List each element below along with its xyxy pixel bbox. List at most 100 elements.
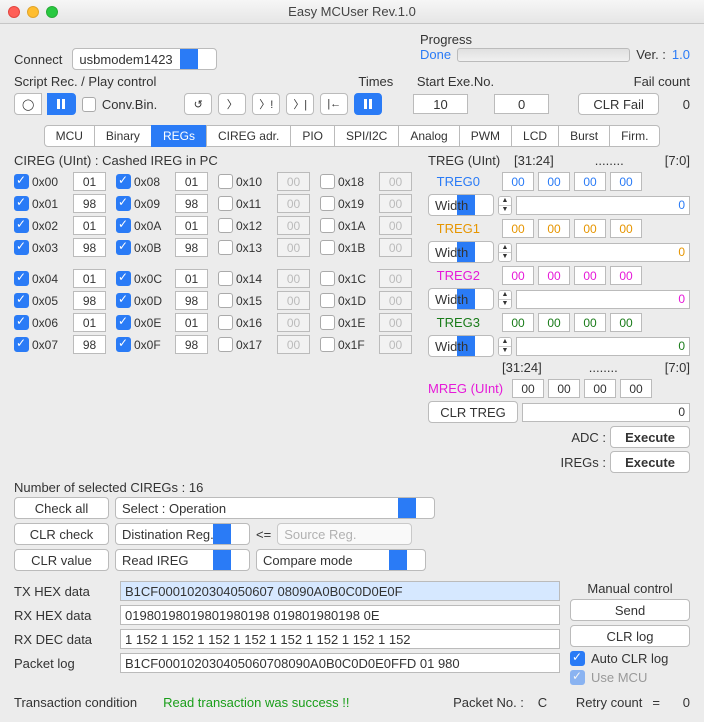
cireg-check-0x1C[interactable] <box>320 271 335 286</box>
cireg-val-0x04[interactable] <box>73 269 106 288</box>
cireg-check-0x06[interactable] <box>14 315 29 330</box>
step-button[interactable]: 〉! <box>252 93 280 115</box>
autoclr-check[interactable] <box>570 651 585 666</box>
treg0-width-select[interactable]: Width <box>428 194 494 216</box>
treg0-b0[interactable] <box>502 172 534 191</box>
mreg-wide[interactable] <box>522 403 690 422</box>
cireg-val-0x02[interactable] <box>73 216 106 235</box>
cireg-val-0x05[interactable] <box>73 291 106 310</box>
tab-binary[interactable]: Binary <box>94 125 152 147</box>
cireg-val-0x08[interactable] <box>175 172 208 191</box>
compare-select[interactable]: Compare mode <box>256 549 426 571</box>
clrcheck-button[interactable]: CLR check <box>14 523 109 545</box>
treg1-b0[interactable] <box>502 219 534 238</box>
treg3-wide[interactable] <box>516 337 690 356</box>
cireg-check-0x11[interactable] <box>218 196 233 211</box>
cireg-check-0x13[interactable] <box>218 240 233 255</box>
port-select[interactable]: usbmodem1423 <box>72 48 217 70</box>
cireg-check-0x0C[interactable] <box>116 271 131 286</box>
txhex-input[interactable] <box>120 581 560 601</box>
startexe-input[interactable] <box>494 94 549 114</box>
treg0-wide[interactable] <box>516 196 690 215</box>
fwd-button[interactable]: 〉| <box>286 93 314 115</box>
cireg-check-0x18[interactable] <box>320 174 335 189</box>
send-button[interactable]: Send <box>570 599 690 621</box>
treg1-b2[interactable] <box>574 219 606 238</box>
treg2-stepper[interactable]: ▲▼ <box>498 290 512 309</box>
treg3-stepper[interactable]: ▲▼ <box>498 337 512 356</box>
cireg-check-0x1F[interactable] <box>320 337 335 352</box>
selop-select[interactable]: Select : Operation <box>115 497 435 519</box>
pktlog-input[interactable] <box>120 653 560 673</box>
cireg-val-0x0B[interactable] <box>175 238 208 257</box>
cireg-val-0x0A[interactable] <box>175 216 208 235</box>
cireg-val-0x07[interactable] <box>73 335 106 354</box>
treg3-b0[interactable] <box>502 313 534 332</box>
checkall-button[interactable]: Check all <box>14 497 109 519</box>
cireg-check-0x04[interactable] <box>14 271 29 286</box>
treg2-wide[interactable] <box>516 290 690 309</box>
treg0-b1[interactable] <box>538 172 570 191</box>
cireg-val-0x01[interactable] <box>73 194 106 213</box>
mreg-b1[interactable] <box>548 379 580 398</box>
cireg-val-0x0F[interactable] <box>175 335 208 354</box>
cireg-check-0x1A[interactable] <box>320 218 335 233</box>
record-button[interactable]: ◯ <box>14 93 42 115</box>
cireg-check-0x00[interactable] <box>14 174 29 189</box>
cireg-val-0x00[interactable] <box>73 172 106 191</box>
treg2-width-select[interactable]: Width <box>428 288 494 310</box>
treg0-b3[interactable] <box>610 172 642 191</box>
treg1-b1[interactable] <box>538 219 570 238</box>
dstreg-select[interactable]: Distination Reg. <box>115 523 250 545</box>
cireg-check-0x10[interactable] <box>218 174 233 189</box>
tab-pio[interactable]: PIO <box>290 125 335 147</box>
mreg-b3[interactable] <box>620 379 652 398</box>
tab-firm[interactable]: Firm. <box>609 125 660 147</box>
clrtreg-button[interactable]: CLR TREG <box>428 401 518 423</box>
clrlog-button[interactable]: CLR log <box>570 625 690 647</box>
rew-button[interactable]: |← <box>320 93 348 115</box>
tab-mcu[interactable]: MCU <box>44 125 95 147</box>
cireg-check-0x14[interactable] <box>218 271 233 286</box>
rxhex-input[interactable] <box>120 605 560 625</box>
cireg-check-0x17[interactable] <box>218 337 233 352</box>
cireg-check-0x0F[interactable] <box>116 337 131 352</box>
cireg-check-0x0E[interactable] <box>116 315 131 330</box>
cireg-check-0x09[interactable] <box>116 196 131 211</box>
cireg-check-0x16[interactable] <box>218 315 233 330</box>
cireg-check-0x07[interactable] <box>14 337 29 352</box>
convbin-check[interactable] <box>82 97 96 112</box>
treg2-b3[interactable] <box>610 266 642 285</box>
cireg-val-0x09[interactable] <box>175 194 208 213</box>
tab-spii2c[interactable]: SPI/I2C <box>334 125 399 147</box>
pause-rec-button[interactable] <box>47 93 75 115</box>
treg2-b1[interactable] <box>538 266 570 285</box>
pause-play-button[interactable] <box>354 93 382 115</box>
cireg-check-0x02[interactable] <box>14 218 29 233</box>
tab-analog[interactable]: Analog <box>398 125 459 147</box>
tab-lcd[interactable]: LCD <box>511 125 559 147</box>
tab-ciregadr[interactable]: CIREG adr. <box>206 125 291 147</box>
cireg-check-0x03[interactable] <box>14 240 29 255</box>
treg0-stepper[interactable]: ▲▼ <box>498 196 512 215</box>
cireg-check-0x0D[interactable] <box>116 293 131 308</box>
treg2-b0[interactable] <box>502 266 534 285</box>
rxdec-input[interactable] <box>120 629 560 649</box>
treg1-stepper[interactable]: ▲▼ <box>498 243 512 262</box>
cireg-check-0x19[interactable] <box>320 196 335 211</box>
times-input[interactable] <box>413 94 468 114</box>
mreg-b2[interactable] <box>584 379 616 398</box>
mreg-b0[interactable] <box>512 379 544 398</box>
adc-execute[interactable]: Execute <box>610 426 690 448</box>
cireg-check-0x1D[interactable] <box>320 293 335 308</box>
cireg-check-0x12[interactable] <box>218 218 233 233</box>
cireg-check-0x01[interactable] <box>14 196 29 211</box>
cireg-val-0x0D[interactable] <box>175 291 208 310</box>
tab-regs[interactable]: REGs <box>151 125 207 147</box>
cireg-check-0x1E[interactable] <box>320 315 335 330</box>
clrfail-button[interactable]: CLR Fail <box>578 93 659 115</box>
cireg-val-0x06[interactable] <box>73 313 106 332</box>
iregs-execute[interactable]: Execute <box>610 451 690 473</box>
cireg-check-0x05[interactable] <box>14 293 29 308</box>
treg2-b2[interactable] <box>574 266 606 285</box>
